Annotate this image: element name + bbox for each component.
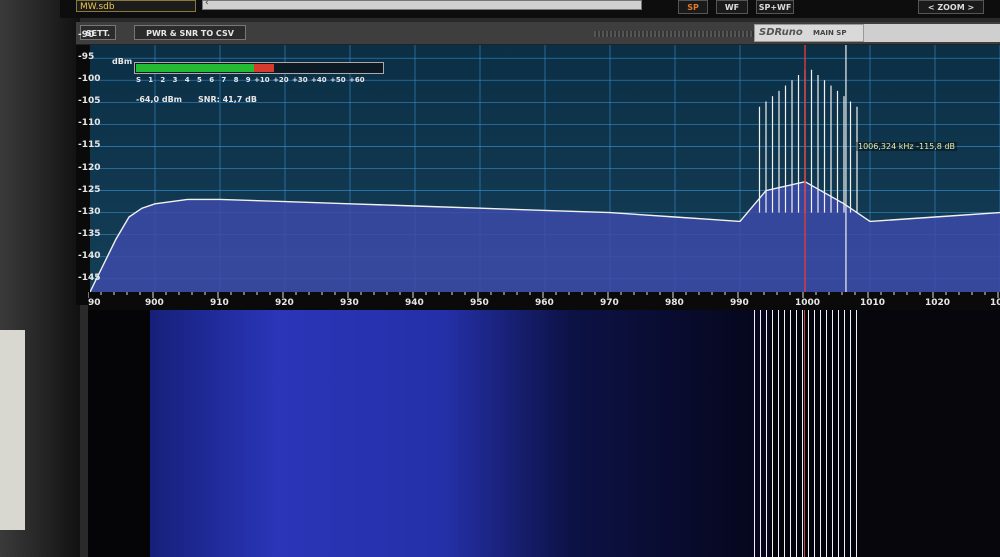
waterfall-noise-fade [570,310,770,557]
power-readout: -64,0 dBm [136,95,183,104]
y-tick-label: -95 [78,52,95,63]
horizontal-scrollbar[interactable]: ‹ [202,0,642,10]
y-tick-label: -125 [78,184,101,195]
waterfall-tuning-marker [804,310,805,557]
meter-scale-label: S [136,76,142,84]
waterfall-edge [88,310,150,557]
waterfall-noise [150,310,570,557]
x-axis-labels: 90 900 910 920 930 940 950 960 970 980 990 1000 1010… [88,292,1000,310]
y-tick-label: -105 [78,96,101,107]
meter-over-bar [254,64,274,72]
y-tick-label: -100 [78,74,101,85]
signal-meter [134,62,384,74]
meter-scale-label: +30 [292,76,308,84]
y-tick-label: -135 [78,228,101,239]
y-tick-label: -130 [78,206,101,217]
cursor-readout: 1006,324 kHz -115,8 dB [856,142,958,151]
x-tick-label: 920 [275,298,294,308]
meter-scale-label: +20 [273,76,289,84]
meter-scale-label: +50 [330,76,346,84]
y-tick-label: -145 [78,272,101,283]
sdruno-logo: SDRuno [759,27,803,38]
x-tick-label: 960 [535,298,554,308]
chevron-left-icon[interactable]: ‹ [205,0,209,8]
x-tick-label: 980 [665,298,684,308]
y-tick-label: -90 [78,30,95,41]
zoom-button[interactable]: < ZOOM > [918,0,984,14]
x-tick-label: 1020 [925,298,951,308]
meter-scale-label: 6 [209,76,215,84]
wf-button[interactable]: WF [716,0,748,14]
x-tick-label: 990 [730,298,749,308]
waterfall-dark [858,310,1000,557]
x-tick-label: 90 [88,298,101,308]
meter-scale-label: 3 [172,76,178,84]
meter-scale: S 1 2 3 4 5 6 7 8 9 +10 +20 +30 +40 +50 +60 [136,76,386,86]
tab-title: MAIN SP [813,29,847,37]
meter-scale-label: 4 [184,76,190,84]
drag-grip[interactable] [594,31,754,37]
monitor-bezel [0,0,80,557]
meter-scale-label: 7 [221,76,227,84]
snr-readout: SNR: 41,7 dB [198,95,257,104]
export-csv-button[interactable]: PWR & SNR TO CSV [134,25,246,40]
meter-scale-label: 9 [245,76,251,84]
y-tick-label: -120 [78,162,101,173]
y-tick-label: -140 [78,250,101,261]
main-sp-tab[interactable]: SDRuno MAIN SP [754,24,864,42]
y-tick-label: -110 [78,118,101,129]
meter-scale-label: 8 [233,76,239,84]
meter-scale-label: +40 [311,76,327,84]
x-tick-label: 910 [210,298,229,308]
x-tick-label: 970 [600,298,619,308]
y-tick-label: -115 [78,140,101,151]
meter-scale-label: +60 [349,76,365,84]
meter-scale-label: 5 [197,76,202,84]
tab-strip [864,24,1000,42]
waterfall-display[interactable] [88,310,1000,557]
meter-scale-label: +10 [254,76,270,84]
x-tick-label: 1000 [795,298,821,308]
y-axis-labels: -90 -95 -100 -105 -110 -115 -120 -125 -130 -135 -1… [78,30,108,305]
meter-scale-label: 2 [160,76,166,84]
sp-wf-button[interactable]: SP+WF [756,0,794,14]
x-tick-label: 1030 [990,298,1000,308]
x-tick-label: 940 [405,298,424,308]
x-tick-label: 900 [145,298,164,308]
file-name-field[interactable]: MW.sdb [76,0,196,12]
x-tick-label: 1010 [860,298,886,308]
meter-level-bar [136,64,255,72]
sp-button[interactable]: SP [678,0,708,14]
x-tick-label: 930 [340,298,359,308]
meter-scale-label: 1 [148,76,154,84]
waterfall-carriers [754,310,860,557]
x-tick-label: 950 [470,298,489,308]
meter-unit-label: dBm [112,57,133,66]
